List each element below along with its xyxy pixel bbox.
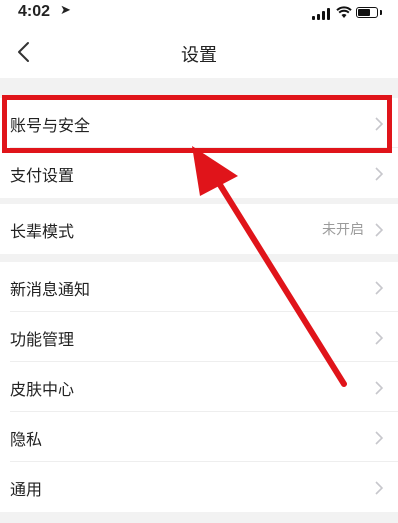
chevron-right-icon [375, 167, 384, 181]
settings-item-general[interactable]: 通用 [0, 462, 398, 512]
battery-nub [380, 10, 382, 15]
settings-item-privacy[interactable]: 隐私 [0, 412, 398, 462]
status-time: 4:02 [18, 3, 51, 20]
settings-item-label: 新消息通知 [10, 280, 91, 299]
settings-item-label: 长辈模式 [10, 222, 75, 241]
page-title: 设置 [181, 45, 217, 66]
battery-icon [356, 7, 378, 18]
cellular-signal-icon [312, 8, 330, 20]
annotation-highlight-box [2, 95, 392, 153]
settings-item-value: 未开启 [322, 222, 364, 238]
chevron-right-icon [375, 281, 384, 295]
location-arrow-icon: ➤ [60, 3, 71, 18]
settings-item-label: 隐私 [10, 430, 43, 449]
navigation-bar: 设置 [0, 26, 398, 78]
settings-item-notifications[interactable]: 新消息通知 [0, 262, 398, 312]
settings-item-elder-mode[interactable]: 长辈模式 未开启 [0, 204, 398, 254]
settings-item-label: 皮肤中心 [10, 380, 75, 399]
settings-item-payment[interactable]: 支付设置 [0, 148, 398, 198]
wifi-icon [336, 6, 352, 18]
chevron-right-icon [375, 331, 384, 345]
settings-item-skin-center[interactable]: 皮肤中心 [0, 362, 398, 412]
settings-item-label: 功能管理 [10, 330, 75, 349]
chevron-right-icon [375, 381, 384, 395]
settings-group-general: 新消息通知 功能管理 皮肤中心 隐私 通用 [0, 262, 398, 512]
chevron-right-icon [375, 431, 384, 445]
settings-item-feature-management[interactable]: 功能管理 [0, 312, 398, 362]
settings-item-label: 通用 [10, 480, 43, 499]
settings-group-elder: 长辈模式 未开启 [0, 204, 398, 254]
chevron-right-icon [375, 481, 384, 495]
chevron-right-icon [375, 223, 384, 237]
settings-item-label: 支付设置 [10, 166, 75, 185]
status-bar: 4:02 ➤ [0, 0, 398, 26]
